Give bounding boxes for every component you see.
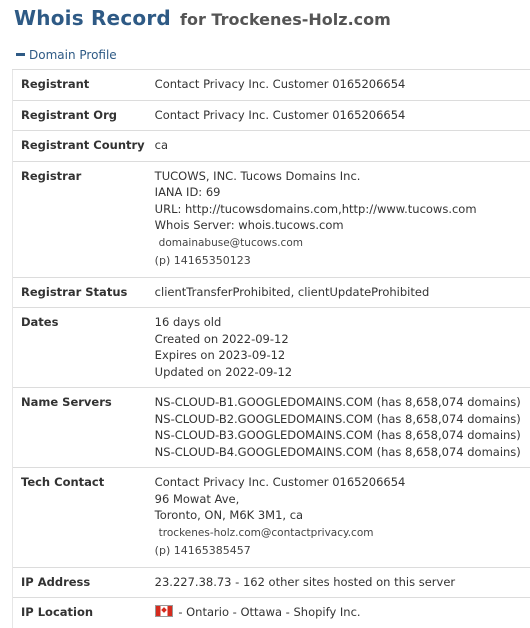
page-title: Whois Record for Trockenes-Holz.com — [14, 6, 391, 30]
tech-contact-phone: (p) 14165385457 — [155, 542, 530, 560]
tech-contact-email: trockenes-holz.com@contactprivacy.com — [155, 524, 530, 542]
page-title-domain: for Trockenes-Holz.com — [180, 10, 391, 29]
name-server-3: NS-CLOUD-B3.GOOGLEDOMAINS.COM (has 8,658… — [155, 427, 530, 444]
dates-age: 16 days old — [155, 314, 530, 331]
registrar-phone: (p) 14165350123 — [155, 252, 530, 270]
domain-profile-toggle[interactable]: Domain Profile — [16, 48, 117, 62]
name-server-1: NS-CLOUD-B1.GOOGLEDOMAINS.COM (has 8,658… — [155, 394, 530, 411]
row-ip-location: IP Location - Ontario - Ottawa - Shopify… — [13, 598, 530, 628]
row-registrant: Registrant Contact Privacy Inc. Customer… — [13, 70, 530, 101]
ip-location-text: - Ontario - Ottawa - Shopify Inc. — [178, 605, 360, 619]
dates-updated: Updated on 2022-09-12 — [155, 364, 530, 381]
value-dates: 16 days old Created on 2022-09-12 Expire… — [155, 308, 530, 388]
row-registrant-country: Registrant Country ca — [13, 131, 530, 162]
value-registrant-country: ca — [155, 131, 530, 162]
row-registrar: Registrar TUCOWS, INC. Tucows Domains In… — [13, 161, 530, 277]
registrar-whois-server: Whois Server: whois.tucows.com — [155, 217, 530, 234]
domain-profile-label: Domain Profile — [29, 48, 117, 62]
row-name-servers: Name Servers NS-CLOUD-B1.GOOGLEDOMAINS.C… — [13, 388, 530, 468]
value-ip-address: 23.227.38.73 - 162 other sites hosted on… — [155, 567, 530, 598]
canada-flag-icon — [155, 605, 173, 617]
name-server-4: NS-CLOUD-B4.GOOGLEDOMAINS.COM (has 8,658… — [155, 444, 530, 461]
row-registrar-status: Registrar Status clientTransferProhibite… — [13, 277, 530, 308]
tech-contact-name: Contact Privacy Inc. Customer 0165206654 — [155, 474, 530, 491]
name-server-2: NS-CLOUD-B2.GOOGLEDOMAINS.COM (has 8,658… — [155, 411, 530, 428]
phone-prefix: (p) — [155, 254, 171, 267]
label-ip-location: IP Location — [13, 598, 155, 628]
registrar-name: TUCOWS, INC. Tucows Domains Inc. — [155, 168, 530, 185]
registrar-iana: IANA ID: 69 — [155, 184, 530, 201]
dates-expires: Expires on 2023-09-12 — [155, 347, 530, 364]
tech-contact-street: 96 Mowat Ave, — [155, 491, 530, 508]
value-tech-contact: Contact Privacy Inc. Customer 0165206654… — [155, 468, 530, 568]
label-registrar: Registrar — [13, 161, 155, 277]
label-ip-address: IP Address — [13, 567, 155, 598]
phone-number: 14165350123 — [174, 254, 251, 267]
label-tech-contact: Tech Contact — [13, 468, 155, 568]
label-registrant-org: Registrant Org — [13, 100, 155, 131]
phone-prefix: (p) — [155, 544, 171, 557]
dates-created: Created on 2022-09-12 — [155, 331, 530, 348]
value-registrant: Contact Privacy Inc. Customer 0165206654 — [155, 70, 530, 101]
page-title-main: Whois Record — [14, 6, 171, 30]
value-registrar: TUCOWS, INC. Tucows Domains Inc. IANA ID… — [155, 161, 530, 277]
registrar-email: domainabuse@tucows.com — [155, 234, 530, 252]
collapse-minus-icon — [16, 53, 25, 56]
label-name-servers: Name Servers — [13, 388, 155, 468]
label-registrant: Registrant — [13, 70, 155, 101]
value-registrant-org: Contact Privacy Inc. Customer 0165206654 — [155, 100, 530, 131]
label-registrant-country: Registrant Country — [13, 131, 155, 162]
label-dates: Dates — [13, 308, 155, 388]
value-ip-location: - Ontario - Ottawa - Shopify Inc. — [155, 598, 530, 628]
row-tech-contact: Tech Contact Contact Privacy Inc. Custom… — [13, 468, 530, 568]
tech-contact-city: Toronto, ON, M6K 3M1, ca — [155, 507, 530, 524]
phone-number: 14165385457 — [174, 544, 251, 557]
label-registrar-status: Registrar Status — [13, 277, 155, 308]
value-name-servers: NS-CLOUD-B1.GOOGLEDOMAINS.COM (has 8,658… — [155, 388, 530, 468]
row-registrant-org: Registrant Org Contact Privacy Inc. Cust… — [13, 100, 530, 131]
value-registrar-status: clientTransferProhibited, clientUpdatePr… — [155, 277, 530, 308]
row-dates: Dates 16 days old Created on 2022-09-12 … — [13, 308, 530, 388]
row-ip-address: IP Address 23.227.38.73 - 162 other site… — [13, 567, 530, 598]
whois-table: Registrant Contact Privacy Inc. Customer… — [12, 69, 530, 628]
registrar-url: URL: http://tucowsdomains.com,http://www… — [155, 201, 530, 218]
